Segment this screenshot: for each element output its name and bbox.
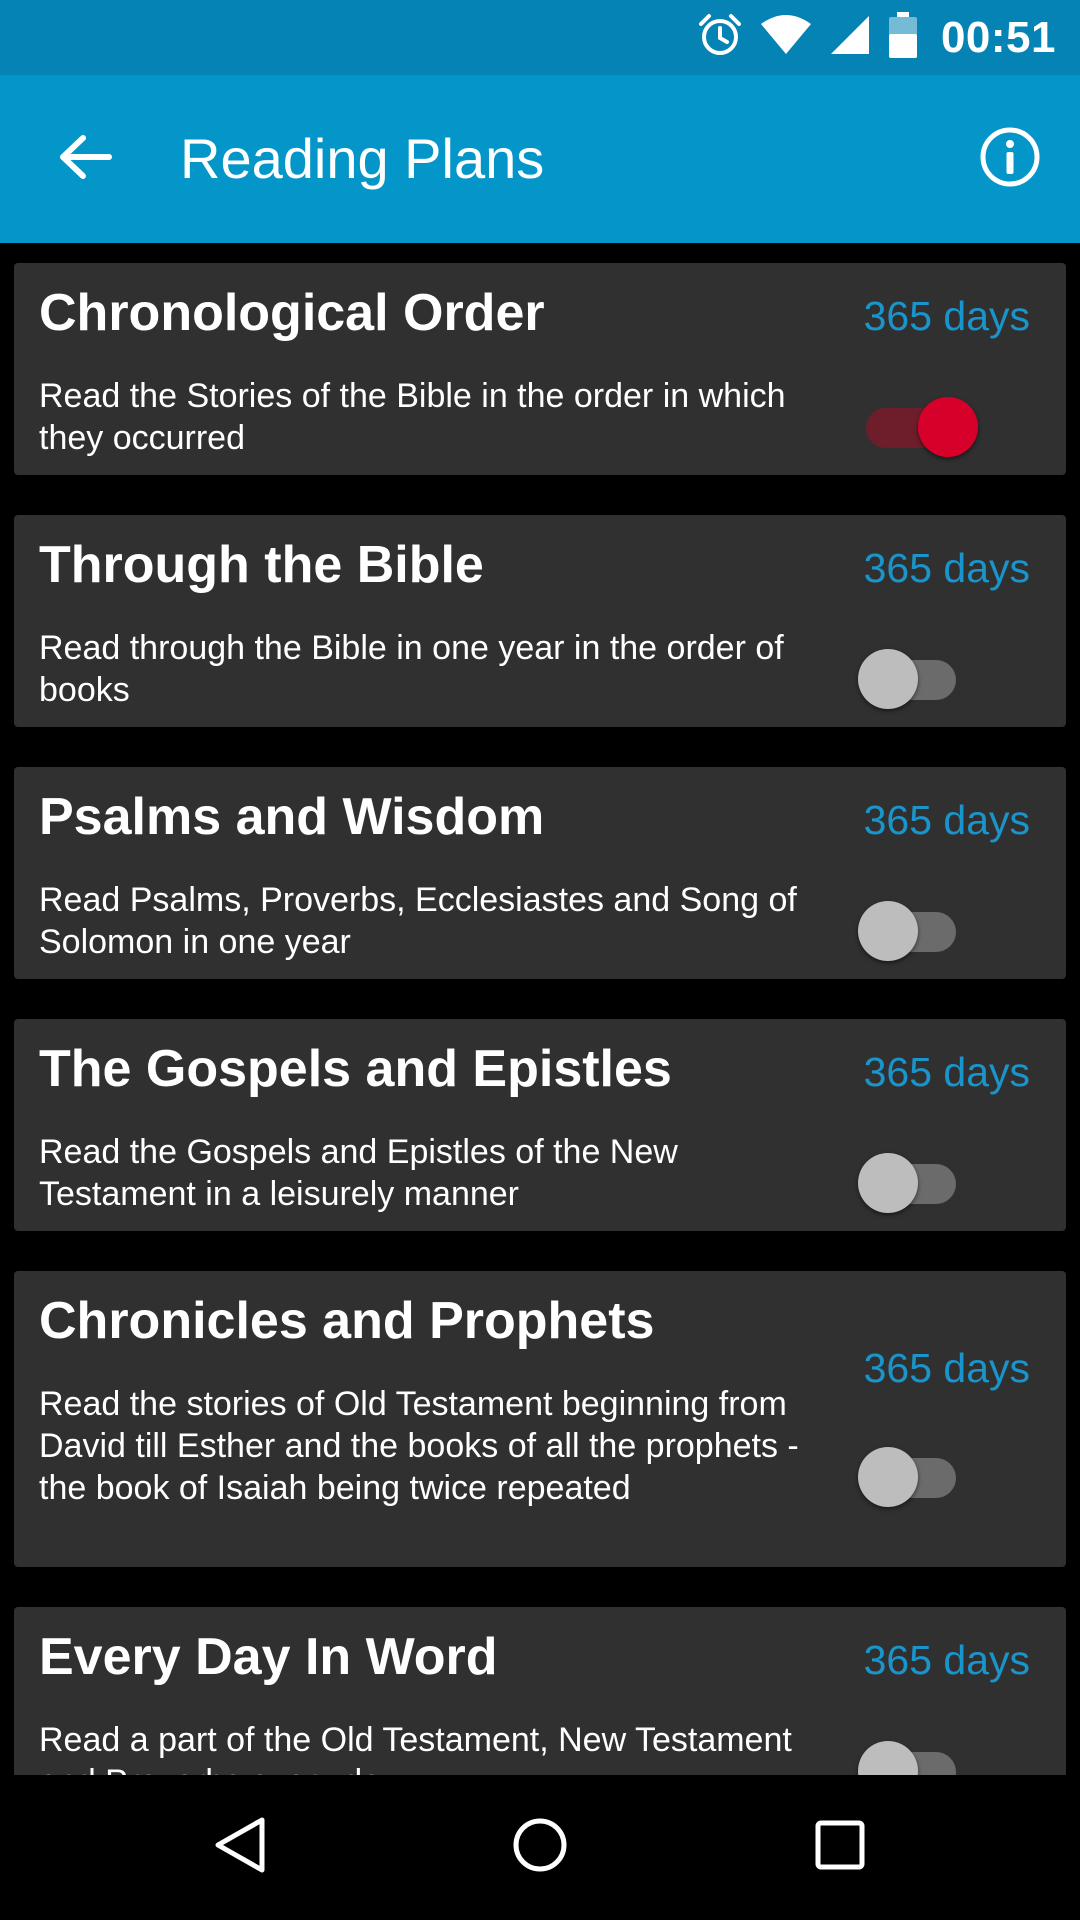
plan-card[interactable]: Chronicles and Prophets 365 days Read th… [14,1271,1066,1567]
plan-card[interactable]: Chronological Order 365 days Read the St… [14,263,1066,475]
app-bar: Reading Plans [0,75,1080,243]
plan-description: Read the Stories of the Bible in the ord… [39,377,786,457]
plan-title: Every Day In Word [39,1628,498,1686]
wifi-icon [760,14,811,61]
page-title: Reading Plans [180,127,545,190]
plan-toggle-switch[interactable] [844,639,974,709]
nav-back-button[interactable] [190,1807,290,1887]
alarm-icon [697,12,743,63]
battery-icon [888,12,917,63]
plan-title: Through the Bible [39,536,484,594]
plan-toggle-switch[interactable] [844,1143,974,1213]
plan-description: Read the stories of Old Testament beginn… [39,1385,799,1507]
plan-toggle-switch[interactable] [844,1731,974,1775]
system-nav-bar [0,1775,1080,1920]
plan-title: Chronicles and Prophets [39,1292,655,1350]
plan-duration: 365 days [863,1049,1030,1095]
recents-square-icon [812,1817,868,1878]
plan-duration: 365 days [863,1637,1030,1683]
plan-card[interactable]: Through the Bible 365 days Read through … [14,515,1066,727]
signal-icon [829,14,871,61]
status-time: 00:51 [940,12,1056,62]
plan-duration: 365 days [863,293,1030,339]
plan-title: Chronological Order [39,284,545,342]
arrow-back-icon [57,132,113,187]
switch-thumb [858,649,918,709]
plan-card[interactable]: Psalms and Wisdom 365 days Read Psalms, … [14,767,1066,979]
switch-thumb [918,397,978,457]
plan-toggle-switch[interactable] [844,891,974,961]
plan-duration: 365 days [863,545,1030,591]
plan-title: Psalms and Wisdom [39,788,545,846]
switch-thumb [858,1153,918,1213]
back-button[interactable] [40,119,130,199]
plan-toggle-switch[interactable] [844,387,978,457]
info-button[interactable] [970,119,1050,199]
plan-card[interactable]: Every Day In Word 365 days Read a part o… [14,1607,1066,1775]
plan-description: Read the Gospels and Epistles of the New… [39,1133,678,1213]
plan-duration: 365 days [863,1345,1030,1391]
switch-thumb [858,1447,918,1507]
switch-thumb [858,901,918,961]
status-bar: 00:51 [0,0,1080,75]
plan-toggle-switch[interactable] [844,1437,974,1507]
nav-home-button[interactable] [490,1807,590,1887]
reading-plan-list[interactable]: Chronological Order 365 days Read the St… [0,243,1080,1775]
switch-thumb [858,1741,918,1775]
status-icons: 00:51 [697,0,1056,75]
nav-recents-button[interactable] [790,1807,890,1887]
info-icon [978,125,1042,194]
plan-description: Read through the Bible in one year in th… [39,629,784,709]
plan-card[interactable]: The Gospels and Epistles 365 days Read t… [14,1019,1066,1231]
back-triangle-icon [212,1815,268,1880]
plan-description: Read Psalms, Proverbs, Ecclesiastes and … [39,881,797,961]
plan-title: The Gospels and Epistles [39,1040,672,1098]
plan-description: Read a part of the Old Testament, New Te… [39,1721,792,1775]
home-circle-icon [510,1815,570,1880]
plan-duration: 365 days [863,797,1030,843]
